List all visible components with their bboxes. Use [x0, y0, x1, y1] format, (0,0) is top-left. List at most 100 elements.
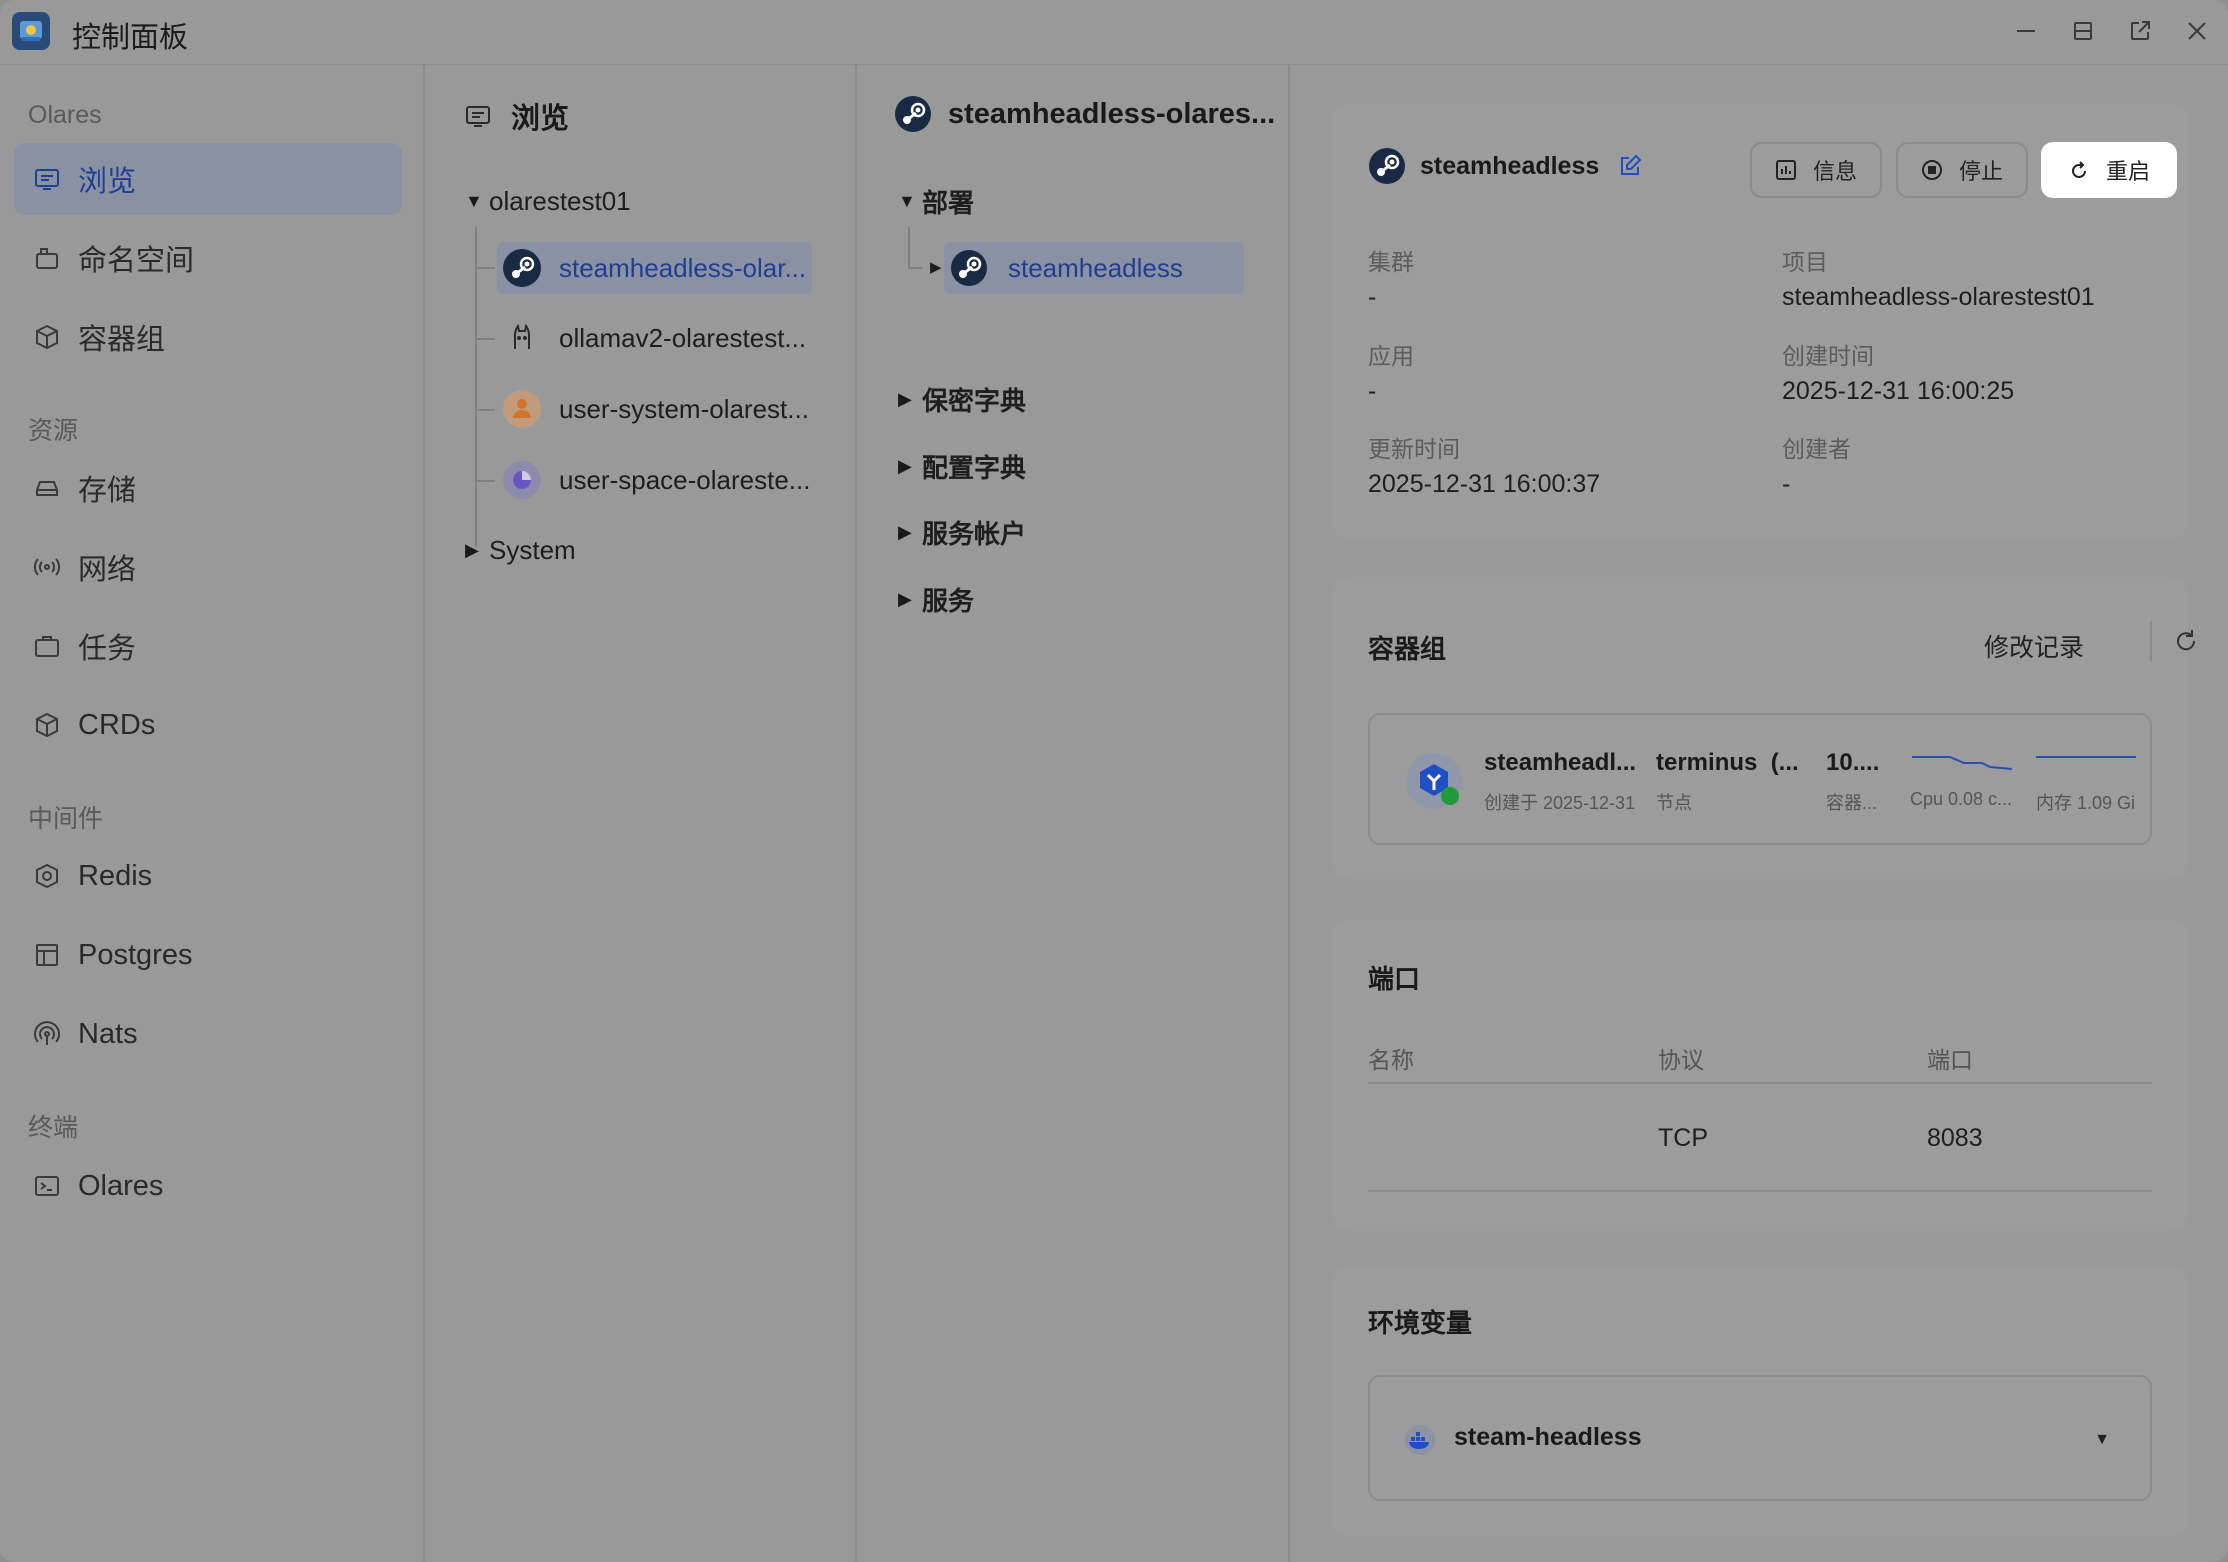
browse-icon [461, 99, 495, 133]
caret-right-icon: ▶ [465, 539, 479, 560]
stop-button[interactable]: 停止 [1896, 142, 2028, 198]
sidebar-item-storage[interactable]: 存储 [14, 452, 402, 524]
sidebar-item-jobs[interactable]: 任务 [14, 610, 402, 682]
caret-right-icon: ▶ [898, 588, 912, 609]
pod-cpu-label: Cpu 0.08 c... [1910, 789, 2013, 809]
steam-icon [1368, 147, 1406, 185]
sidebar-item-pods[interactable]: 容器组 [14, 301, 402, 373]
tree-item-deployment[interactable]: steamheadless [944, 242, 1244, 294]
sidebar-item-olares-terminal[interactable]: Olares [14, 1150, 402, 1222]
terminal-icon [30, 1169, 64, 1203]
tree-node-cluster[interactable]: ▼ olarestest01 [465, 175, 631, 227]
open-external-icon[interactable] [2123, 14, 2157, 48]
tree-node-service-accounts[interactable]: ▶ 服务帐户 [898, 506, 1026, 558]
sidebar: Olares 浏览 命名空间 容器组 资源 存储 网络 任务 CRDs 中间件 … [0, 65, 423, 1562]
pod-status-icon [1404, 751, 1464, 811]
detail-panel: steamheadless 信息 停止 重启 集群 - 项目 steamhead… [1292, 65, 2228, 1562]
sidebar-item-nats[interactable]: Nats [14, 998, 402, 1070]
pod-row[interactable]: steamheadl... 创建于 2025-12-31 terminus (.… [1368, 713, 2152, 845]
ports-title: 端口 [1368, 964, 1421, 994]
panel-title: 浏览 [511, 103, 570, 135]
pod-node-label: 节点 [1656, 793, 1692, 813]
restart-button[interactable]: 重启 [2041, 142, 2177, 198]
sidebar-item-redis[interactable]: Redis [14, 840, 402, 912]
created-label: 创建时间 [1782, 343, 1874, 369]
tree-item-label: user-space-olareste... [559, 464, 811, 495]
cube-icon [30, 320, 64, 354]
tree-guide-line [475, 338, 495, 340]
resource-panel: steamheadless-olares... ▼ 部署 steamheadle… [858, 65, 1288, 1562]
app-value: - [1368, 377, 1377, 405]
tree-node-services[interactable]: ▶ 服务 [898, 573, 974, 625]
revision-history-link[interactable]: 修改记录 [1984, 628, 2084, 664]
browse-panel: 浏览 ▼ olarestest01 steamheadless-olar... … [425, 65, 855, 1562]
caret-right-icon: ▶ [898, 521, 912, 542]
broadcast-icon [30, 1017, 64, 1051]
sidebar-item-label: 命名空间 [78, 245, 195, 277]
tree-item-namespace[interactable]: user-space-olareste... [497, 454, 812, 506]
env-container-select[interactable]: steam-headless ▼ [1368, 1375, 2152, 1501]
tree-node-label: 部署 [922, 187, 975, 218]
tree-item-label: steamheadless [1008, 252, 1183, 283]
tree-item-label: ollamav2-olarestest... [559, 322, 807, 353]
env-container-name: steam-headless [1454, 1423, 1642, 1451]
tree-item-namespace[interactable]: user-system-olarest... [497, 383, 812, 435]
dropdown-caret-icon: ▼ [2094, 1431, 2110, 1448]
app-logo-icon [12, 12, 50, 50]
minimize-icon[interactable] [2009, 14, 2043, 48]
section-label-terminal: 终端 [28, 1114, 79, 1142]
sidebar-item-label: Redis [78, 859, 153, 892]
ports-card: 端口 名称 协议 端口 TCP 8083 [1332, 919, 2188, 1231]
table-icon [30, 938, 64, 972]
tree-guide-line [908, 227, 910, 267]
network-icon [30, 550, 64, 584]
refresh-icon[interactable] [2172, 627, 2200, 655]
restart-icon [2072, 161, 2086, 178]
tree-item-namespace[interactable]: steamheadless-olar... [497, 242, 812, 294]
storage-icon [30, 471, 64, 505]
maximize-icon[interactable] [2066, 14, 2100, 48]
sidebar-item-label: 浏览 [78, 166, 137, 198]
steam-icon [894, 95, 932, 133]
steam-icon [950, 249, 988, 287]
close-icon[interactable] [2180, 14, 2214, 48]
panel-title: steamheadless-olares... [948, 97, 1276, 130]
deployment-header: steamheadless [1368, 147, 1643, 185]
section-label-middleware: 中间件 [28, 805, 104, 833]
tree-node-secrets[interactable]: ▶ 保密字典 [898, 373, 1026, 425]
tree-node-label: System [489, 534, 576, 565]
cluster-value: - [1368, 283, 1377, 311]
table-row-divider [1368, 1190, 2152, 1192]
port-row-protocol: TCP [1658, 1124, 1708, 1152]
column-header-port: 端口 [1927, 1047, 1973, 1073]
namespace-icon [30, 241, 64, 275]
tree-node-configmaps[interactable]: ▶ 配置字典 [898, 440, 1026, 492]
caret-right-icon: ▶ [898, 455, 912, 476]
sidebar-item-browse[interactable]: 浏览 [14, 143, 402, 215]
overview-card: steamheadless 信息 停止 重启 集群 - 项目 steamhead… [1332, 103, 2188, 539]
table-header-divider [1368, 1082, 2152, 1084]
tree-guide-line [475, 480, 495, 482]
sidebar-item-label: Olares [78, 1169, 164, 1202]
tree-node-label: olarestest01 [489, 185, 631, 216]
divider [855, 65, 857, 1562]
title-bar: 控制面板 [0, 0, 2228, 65]
info-button-label: 信息 [1812, 159, 1857, 184]
pod-ip: 10.... [1826, 749, 1880, 776]
tree-item-namespace[interactable]: ollamav2-olarestest... [497, 312, 812, 364]
edit-icon[interactable] [1617, 153, 1643, 179]
divider [2150, 621, 2152, 661]
port-row-port: 8083 [1927, 1124, 1983, 1152]
tree-node-label: 配置字典 [922, 452, 1027, 483]
tree-node-system[interactable]: ▶ System [465, 524, 576, 576]
sidebar-item-namespace[interactable]: 命名空间 [14, 222, 402, 294]
sidebar-item-label: CRDs [78, 708, 156, 741]
sidebar-item-network[interactable]: 网络 [14, 531, 402, 603]
user-icon [503, 390, 541, 428]
info-button[interactable]: 信息 [1750, 142, 1882, 198]
sidebar-item-crds[interactable]: CRDs [14, 689, 402, 761]
divider [1288, 65, 1290, 1562]
tree-node-deployments[interactable]: ▼ 部署 [898, 175, 974, 227]
sidebar-item-postgres[interactable]: Postgres [14, 919, 402, 991]
sidebar-item-label: 任务 [78, 633, 137, 665]
